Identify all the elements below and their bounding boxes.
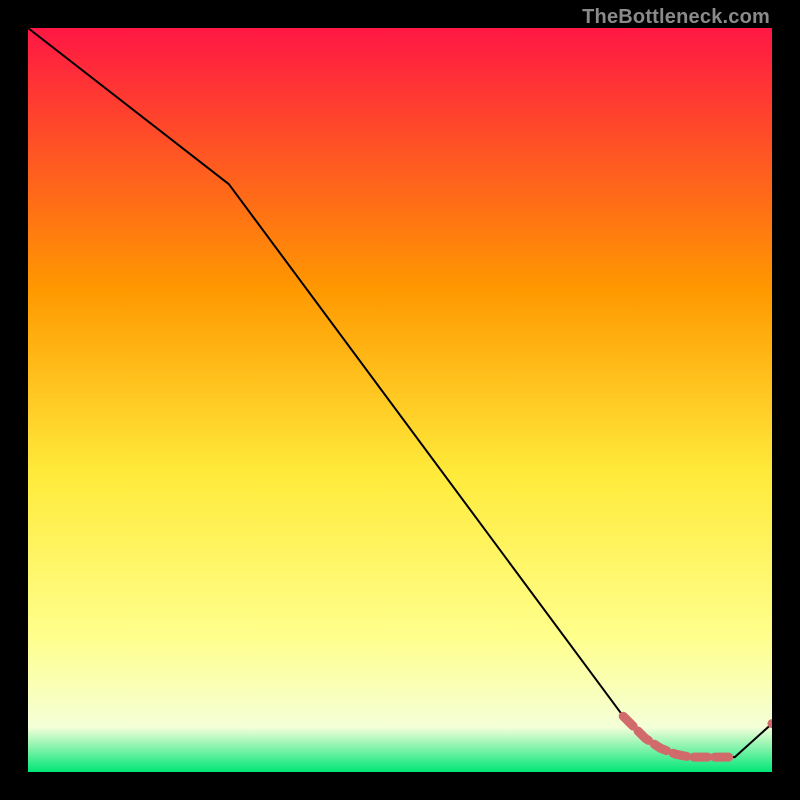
- chart-stage: TheBottleneck.com: [0, 0, 800, 800]
- chart-plot-area: [28, 28, 772, 772]
- chart-svg: [28, 28, 772, 772]
- watermark-text: TheBottleneck.com: [582, 6, 770, 29]
- chart-background: [28, 28, 772, 772]
